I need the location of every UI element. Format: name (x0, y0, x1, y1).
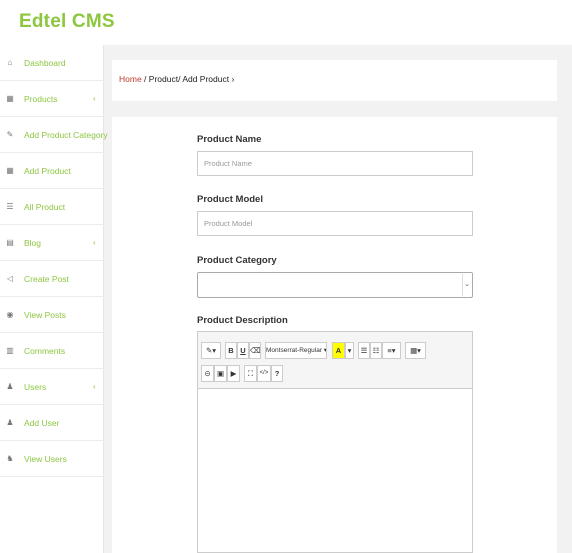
product-category-select[interactable]: ⌄ (197, 272, 473, 298)
font-family-dropdown[interactable]: Montserrat-Regular ▾ (265, 342, 327, 359)
product-description-label: Product Description (197, 315, 288, 326)
text-color-button[interactable]: A (332, 342, 345, 359)
sidebar-item-label: Create Post (24, 273, 69, 284)
product-model-input[interactable] (197, 211, 473, 236)
top-header: Edtel CMS (0, 0, 572, 45)
sidebar-item-view-users[interactable]: ♞ View Users (0, 441, 104, 477)
user-plus-icon: ♟ (6, 417, 14, 427)
book-icon: ▥ (6, 345, 14, 355)
rich-text-editor: ✎▾ B U ⌫ Montserrat-Regular ▾ A ▾ ☰ ☷ ≡▾… (197, 331, 473, 553)
bullhorn-icon: ◁ (6, 273, 14, 283)
add-product-form: Product Name Product Model Product Categ… (112, 117, 557, 553)
sidebar: ⌂ Dashboard ▦ Products ‹ ✎ Add Product C… (0, 45, 108, 553)
chevron-left-icon: ‹ (93, 382, 96, 391)
sidebar-item-label: Blog (24, 237, 42, 248)
dashboard-icon: ⌂ (7, 57, 13, 67)
sidebar-item-all-product[interactable]: ☰ All Product (0, 189, 104, 225)
chevron-down-icon: ⌄ (462, 274, 471, 296)
sidebar-item-label: Add User (24, 417, 60, 428)
users-icon: ♞ (6, 453, 14, 463)
breadcrumb-path: / Product/ Add Product (141, 74, 230, 84)
product-name-input[interactable] (197, 151, 473, 176)
fullscreen-button[interactable]: ⛶ (244, 365, 257, 382)
sidebar-item-add-product-category[interactable]: ✎ Add Product Category (0, 117, 108, 153)
code-view-button[interactable]: </> (257, 365, 271, 382)
sidebar-item-label: Comments (24, 345, 66, 356)
sidebar-item-comments[interactable]: ▥ Comments (0, 333, 104, 369)
sidebar-item-create-post[interactable]: ◁ Create Post (0, 261, 104, 297)
underline-button[interactable]: U (237, 342, 249, 359)
edit-icon: ✎ (6, 129, 14, 139)
sidebar-item-label: Products (24, 93, 58, 104)
table-dropdown[interactable]: ▦▾ (405, 342, 426, 359)
ordered-list-button[interactable]: ☷ (370, 342, 382, 359)
product-model-label: Product Model (197, 194, 263, 205)
cart-icon: ▦ (6, 93, 14, 103)
sidebar-item-add-product[interactable]: ▦ Add Product (0, 153, 104, 189)
breadcrumb-home-link[interactable]: Home (119, 74, 142, 84)
chevron-left-icon: ‹ (93, 94, 96, 103)
help-button[interactable]: ? (271, 365, 283, 382)
eye-icon: ◉ (6, 309, 14, 319)
list-icon: ☰ (6, 201, 14, 211)
video-button[interactable]: ▶ (227, 365, 240, 382)
sidebar-item-label: View Posts (24, 309, 66, 320)
newspaper-icon: ▤ (6, 237, 14, 247)
product-name-label: Product Name (197, 134, 262, 145)
text-color-dropdown[interactable]: ▾ (345, 342, 354, 359)
chevron-right-icon: › (231, 74, 235, 84)
sidebar-item-label: Users (24, 381, 47, 392)
editor-toolbar: ✎▾ B U ⌫ Montserrat-Regular ▾ A ▾ ☰ ☷ ≡▾… (198, 332, 472, 389)
sidebar-item-dashboard[interactable]: ⌂ Dashboard (0, 45, 104, 81)
style-magic-button[interactable]: ✎▾ (201, 342, 221, 359)
editor-content-area[interactable] (198, 389, 472, 552)
cart-icon: ▦ (6, 165, 14, 175)
sidebar-item-add-user[interactable]: ♟ Add User (0, 405, 104, 441)
paragraph-align-dropdown[interactable]: ≡▾ (382, 342, 401, 359)
sidebar-item-blog[interactable]: ▤ Blog ‹ (0, 225, 104, 261)
user-icon: ♟ (6, 381, 14, 391)
sidebar-item-label: Add Product Category (24, 129, 108, 140)
sidebar-item-view-posts[interactable]: ◉ View Posts (0, 297, 104, 333)
brand-logo[interactable]: Edtel CMS (19, 11, 115, 33)
sidebar-item-label: All Product (24, 201, 66, 212)
eraser-button[interactable]: ⌫ (249, 342, 261, 359)
sidebar-item-products[interactable]: ▦ Products ‹ (0, 81, 104, 117)
breadcrumb-card: Home / Product/ Add Product › (112, 60, 557, 101)
sidebar-item-label: Add Product (24, 165, 71, 176)
breadcrumb: Home / Product/ Add Product › (119, 74, 234, 84)
chevron-left-icon: ‹ (93, 238, 96, 247)
sidebar-item-label: View Users (24, 453, 67, 464)
bold-button[interactable]: B (225, 342, 237, 359)
picture-button[interactable]: ▣ (214, 365, 227, 382)
sidebar-item-label: Dashboard (24, 57, 66, 68)
product-category-label: Product Category (197, 255, 277, 266)
unordered-list-button[interactable]: ☰ (358, 342, 370, 359)
sidebar-item-users[interactable]: ♟ Users ‹ (0, 369, 104, 405)
link-button[interactable]: ⊝ (201, 365, 214, 382)
